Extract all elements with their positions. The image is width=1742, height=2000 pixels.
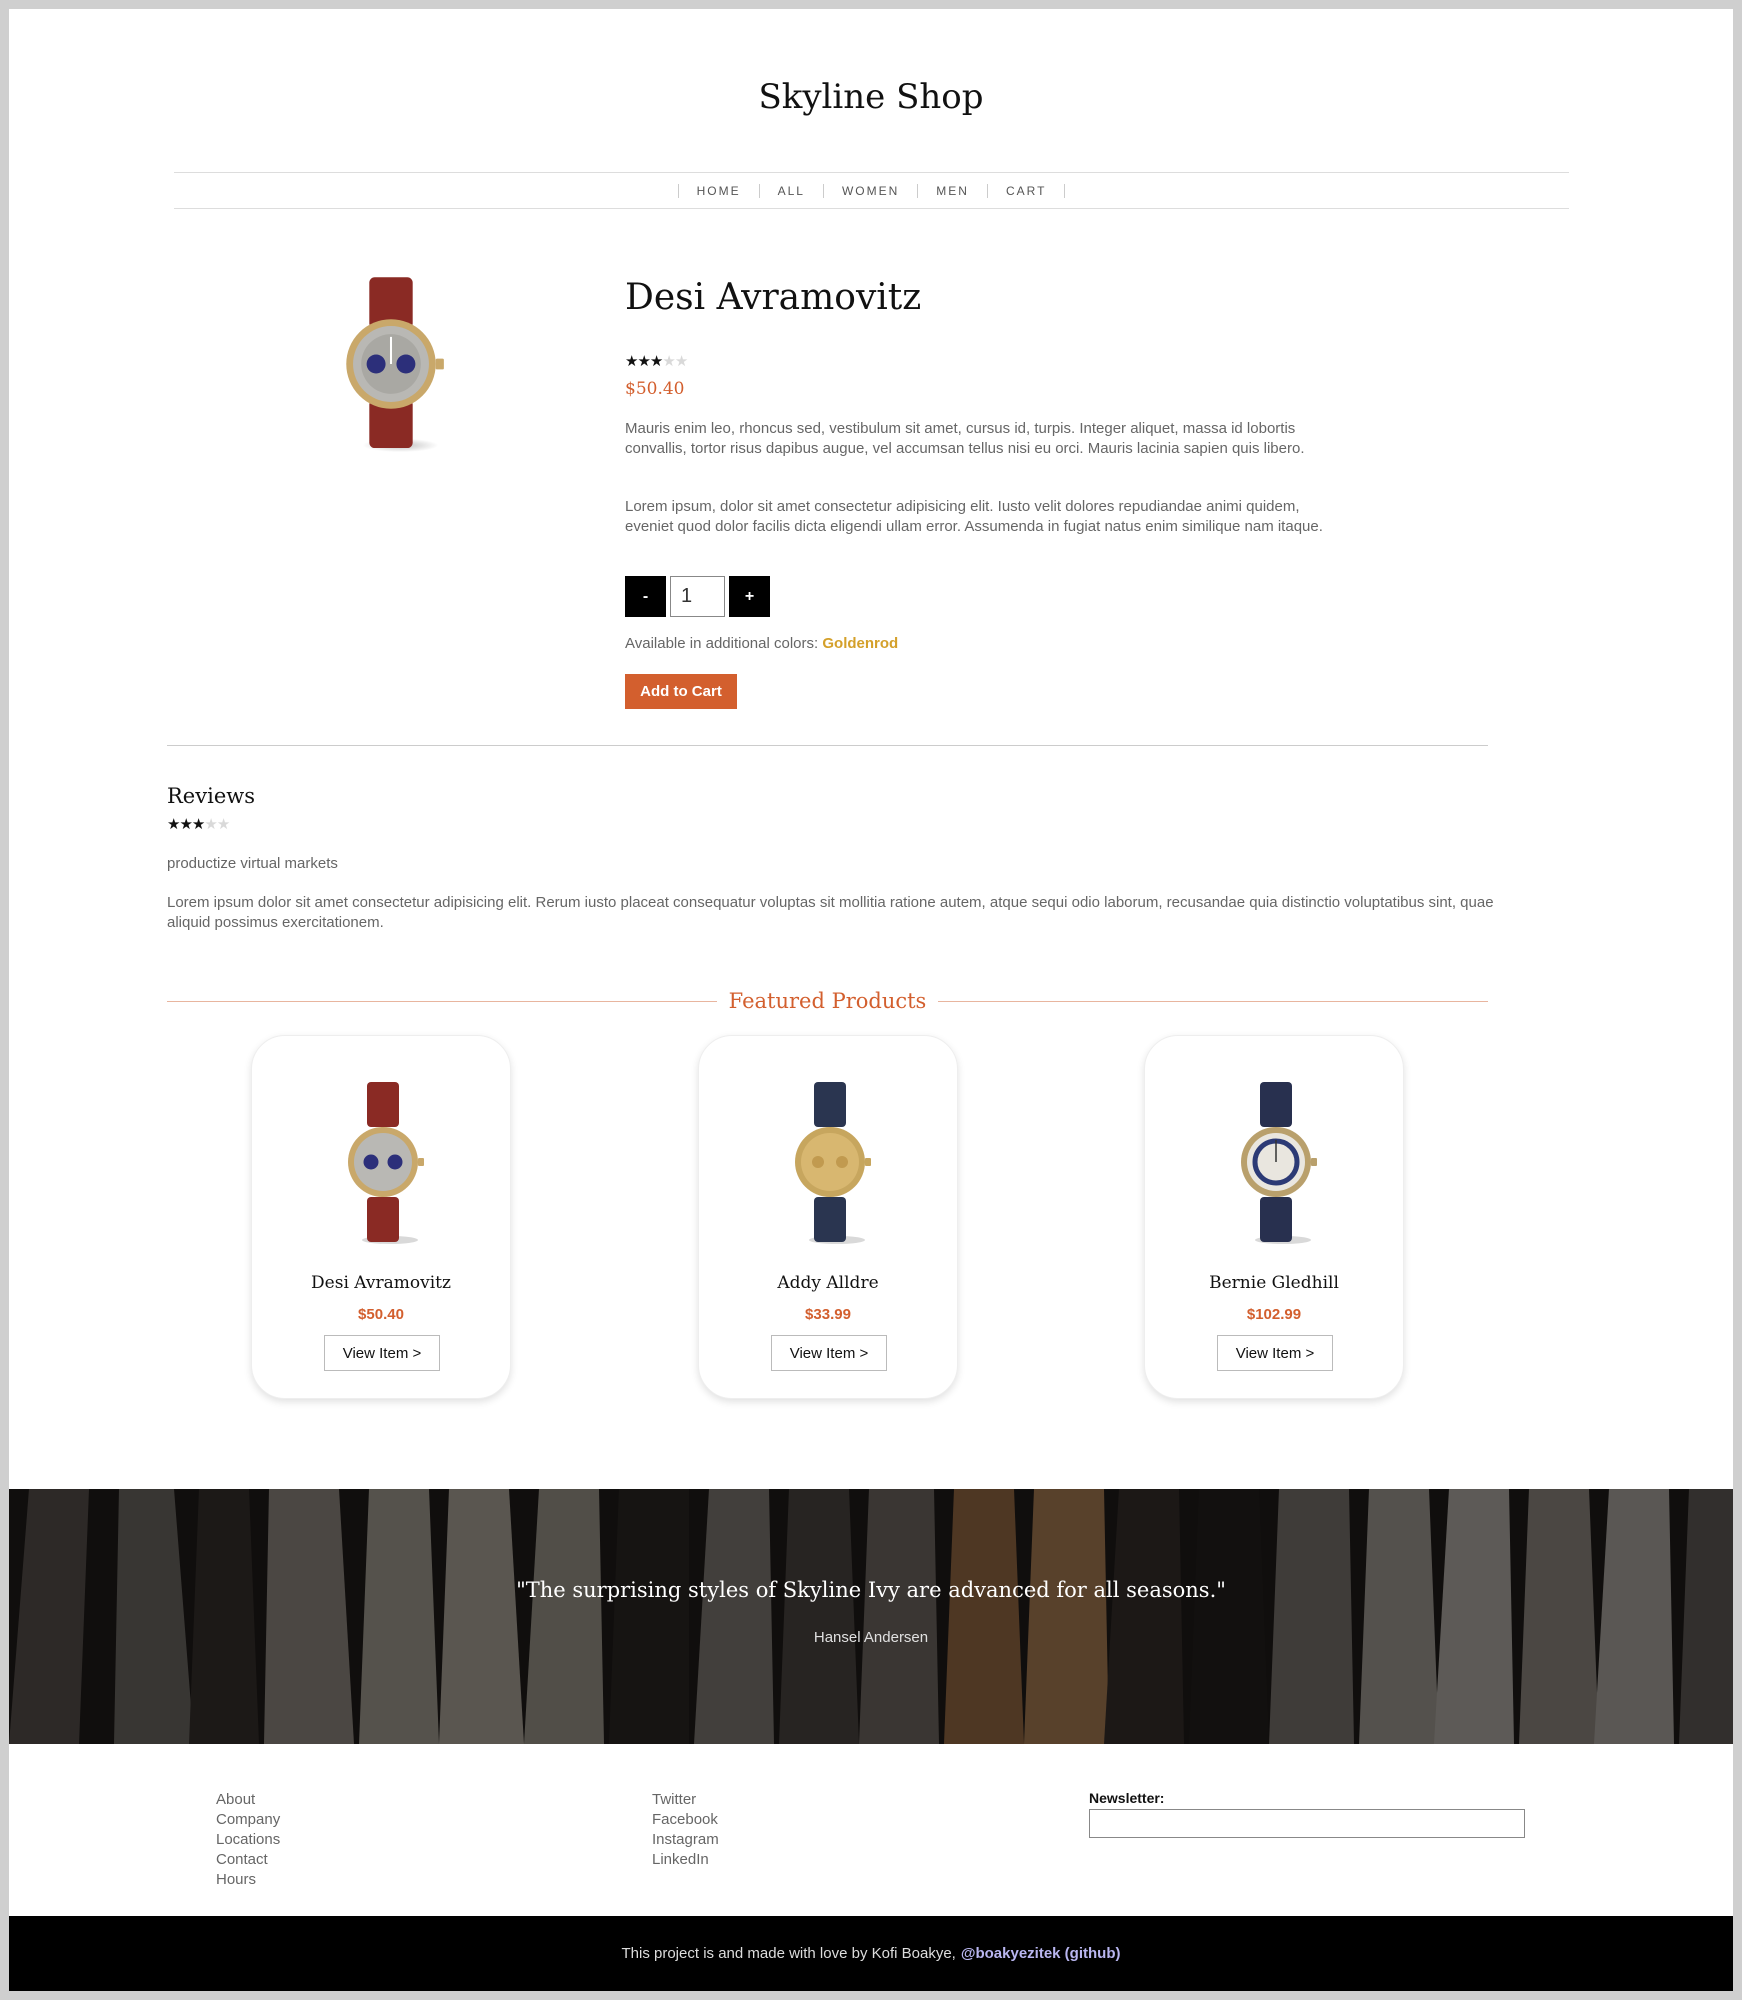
product-card[interactable]: Bernie Gledhill $102.99 View Item >: [1144, 1035, 1404, 1399]
footer-link-locations[interactable]: Locations: [216, 1830, 280, 1850]
product-card[interactable]: Addy Alldre $33.99 View Item >: [698, 1035, 958, 1399]
footer-link-hours[interactable]: Hours: [216, 1870, 280, 1890]
quantity-decrease-button[interactable]: -: [625, 576, 666, 617]
product-rating-stars: ★★★★★: [625, 352, 688, 370]
footer-links-social: Twitter Facebook Instagram LinkedIn: [652, 1790, 719, 1870]
product-description-2: Lorem ipsum, dolor sit amet consectetur …: [625, 498, 1323, 535]
newsletter-email-input[interactable]: [1089, 1809, 1525, 1838]
review-body: Lorem ipsum dolor sit amet consectetur a…: [167, 894, 1494, 931]
view-item-button[interactable]: View Item >: [1217, 1335, 1333, 1371]
footer-link-about[interactable]: About: [216, 1790, 280, 1810]
page: Skyline Shop HOME ALL WOMEN MEN CART Des…: [9, 9, 1733, 1991]
quantity-input[interactable]: [670, 576, 725, 617]
testimonial-banner: "The surprising styles of Skyline Ivy ar…: [9, 1489, 1733, 1744]
footer-link-facebook[interactable]: Facebook: [652, 1810, 719, 1830]
star-icon: ★: [191, 816, 205, 833]
product-price: $50.40: [625, 379, 685, 399]
github-link[interactable]: @boakyezitek (github): [961, 1945, 1121, 1962]
reviews-rating-stars: ★★★★★: [167, 815, 230, 833]
star-empty-icon: ★: [216, 816, 230, 833]
watch-blue-strap-icon: [1241, 1082, 1317, 1244]
card-product-name: Desi Avramovitz: [311, 1273, 451, 1293]
review-summary: productize virtual markets: [167, 855, 338, 872]
card-product-price: $50.40: [358, 1306, 404, 1323]
featured-products-title: Featured Products: [728, 989, 927, 1013]
nav-item-women[interactable]: WOMEN: [822, 183, 917, 198]
star-icon: ★: [179, 816, 192, 833]
testimonial-author: Hansel Andersen: [813, 1629, 929, 1646]
nav-item-home[interactable]: HOME: [677, 183, 759, 198]
colors-label: Available in additional colors:: [625, 635, 819, 652]
featured-products-heading: Featured Products: [167, 989, 1488, 1013]
heading-rule: [167, 1000, 717, 1002]
nav-item-all[interactable]: ALL: [758, 183, 823, 198]
reviews-title: Reviews: [167, 784, 255, 808]
footer-link-contact[interactable]: Contact: [216, 1850, 280, 1870]
product-title: Desi Avramovitz: [625, 277, 922, 318]
nav-item-men[interactable]: MEN: [917, 183, 987, 198]
color-option-goldenrod[interactable]: Goldenrod: [822, 635, 898, 652]
star-icon: ★: [167, 816, 180, 833]
card-product-name: Bernie Gledhill: [1209, 1273, 1339, 1293]
star-icon: ★: [625, 353, 638, 370]
star-icon: ★: [637, 353, 650, 370]
divider: [167, 745, 1488, 746]
footer-link-company[interactable]: Company: [216, 1810, 280, 1830]
watch-gold-face-icon: [795, 1082, 871, 1244]
star-empty-icon: ★: [204, 816, 217, 833]
watch-brown-strap-icon: [348, 1082, 424, 1244]
clothes-rack-background: [9, 1489, 1733, 1744]
testimonial-quote: "The surprising styles of Skyline Ivy ar…: [516, 1578, 1226, 1602]
star-icon: ★: [649, 353, 663, 370]
footer-link-linkedin[interactable]: LinkedIn: [652, 1850, 719, 1870]
nav-item-cart[interactable]: CART: [986, 183, 1066, 198]
newsletter-label: Newsletter:: [1089, 1790, 1165, 1806]
site-title: Skyline Shop: [758, 77, 984, 117]
footer-link-instagram[interactable]: Instagram: [652, 1830, 719, 1850]
add-to-cart-button[interactable]: Add to Cart: [625, 674, 737, 709]
footer-link-twitter[interactable]: Twitter: [652, 1790, 719, 1810]
footer-links-company: About Company Locations Contact Hours: [216, 1790, 280, 1890]
main-nav: HOME ALL WOMEN MEN CART: [174, 172, 1569, 209]
footer-credit-bar: This project is and made with love by Ko…: [9, 1916, 1733, 1991]
product-card[interactable]: Desi Avramovitz $50.40 View Item >: [251, 1035, 511, 1399]
additional-colors: Available in additional colors: Goldenro…: [625, 635, 898, 652]
quantity-increase-button[interactable]: +: [729, 576, 770, 617]
product-image: [346, 277, 444, 453]
credit-text: This project is and made with love by Ko…: [621, 1945, 956, 1962]
product-description-1: Mauris enim leo, rhoncus sed, vestibulum…: [625, 420, 1305, 457]
view-item-button[interactable]: View Item >: [771, 1335, 887, 1371]
card-product-price: $33.99: [805, 1306, 851, 1323]
view-item-button[interactable]: View Item >: [324, 1335, 440, 1371]
star-empty-icon: ★: [662, 353, 675, 370]
card-product-name: Addy Alldre: [777, 1273, 879, 1293]
heading-rule: [938, 1000, 1488, 1002]
card-product-price: $102.99: [1246, 1306, 1302, 1323]
star-empty-icon: ★: [674, 353, 688, 370]
